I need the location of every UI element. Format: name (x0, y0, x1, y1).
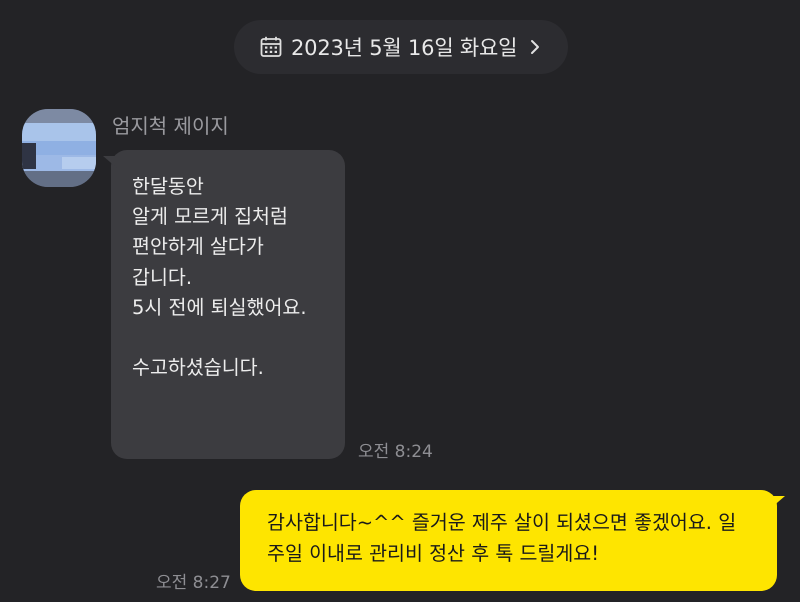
calendar-icon (259, 35, 283, 59)
date-divider[interactable]: 2023년 5월 16일 화요일 (234, 20, 568, 74)
message-line: 5시 전에 퇴실했어요. (132, 295, 307, 319)
sender-name: 엄지척 제이지 (112, 114, 229, 138)
message-line: 편안하게 살다가 (132, 235, 264, 259)
incoming-timestamp: 오전 8:24 (358, 442, 433, 462)
message-line: 수고하셨습니다. (132, 356, 264, 380)
message-line: 주일 이내로 관리비 정산 후 톡 드릴게요! (267, 542, 600, 565)
message-line: 한달동안 (132, 175, 204, 198)
outgoing-timestamp: 오전 8:27 (156, 573, 231, 593)
incoming-message-bubble[interactable]: 한달동안 알게 모르게 집처럼 편안하게 살다가 갑니다. 5시 전에 퇴실했어… (103, 150, 345, 459)
avatar[interactable] (22, 109, 96, 187)
message-line: 감사합니다~^^ 즐거운 제주 살이 되셨으면 좋겠어요. 일 (267, 511, 737, 534)
chevron-right-icon (527, 39, 543, 55)
message-line: 알게 모르게 집처럼 (132, 205, 288, 229)
message-line: 갑니다. (132, 265, 193, 289)
date-label: 2023년 5월 16일 화요일 (291, 36, 518, 60)
outgoing-message-bubble[interactable]: 감사합니다~^^ 즐거운 제주 살이 되셨으면 좋겠어요. 일 주일 이내로 관… (240, 490, 785, 591)
message-line (132, 323, 345, 353)
